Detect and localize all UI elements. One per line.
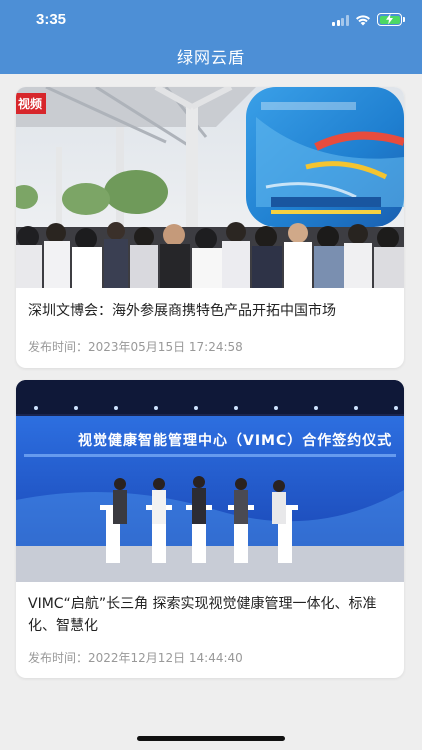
app-header: 3:35 绿网云盾 <box>0 0 422 74</box>
video-badge: 视频 <box>16 93 47 114</box>
publish-date: 发布时间：2022年12月12日 14:44:40 <box>28 651 243 665</box>
ceremony-banner: 视觉健康智能管理中心（VIMC）合作签约仪式 <box>78 433 393 449</box>
status-time: 3:35 <box>36 11 67 28</box>
expo-crowd-photo <box>16 87 404 288</box>
battery-icon <box>377 13 405 26</box>
wifi-icon <box>356 15 370 26</box>
news-card[interactable]: 视觉健康智能管理中心（VIMC）合作签约仪式 VIMC“启航”长三角 探索实现视… <box>16 380 404 678</box>
news-card[interactable]: 视频 深圳文博会：海外参展商携特色产品开拓中国市场 发布时间：2023年05月1… <box>16 87 404 368</box>
publish-date: 发布时间：2023年05月15日 17:24:58 <box>28 340 243 354</box>
news-headline[interactable]: VIMC“启航”长三角 探索实现视觉健康管理一体化、标准化、智慧化 <box>28 593 392 637</box>
news-thumbnail[interactable]: 视觉健康智能管理中心（VIMC）合作签约仪式 <box>16 380 404 582</box>
home-indicator[interactable] <box>137 736 285 741</box>
signing-ceremony-photo <box>16 380 404 582</box>
status-bar: 3:35 <box>0 0 422 40</box>
news-headline[interactable]: 深圳文博会：海外参展商携特色产品开拓中国市场 <box>28 300 392 322</box>
page-title: 绿网云盾 <box>176 48 245 67</box>
charging-bolt-icon <box>386 13 393 25</box>
news-thumbnail[interactable]: 视频 <box>16 87 404 288</box>
cellular-signal-icon <box>332 15 349 26</box>
